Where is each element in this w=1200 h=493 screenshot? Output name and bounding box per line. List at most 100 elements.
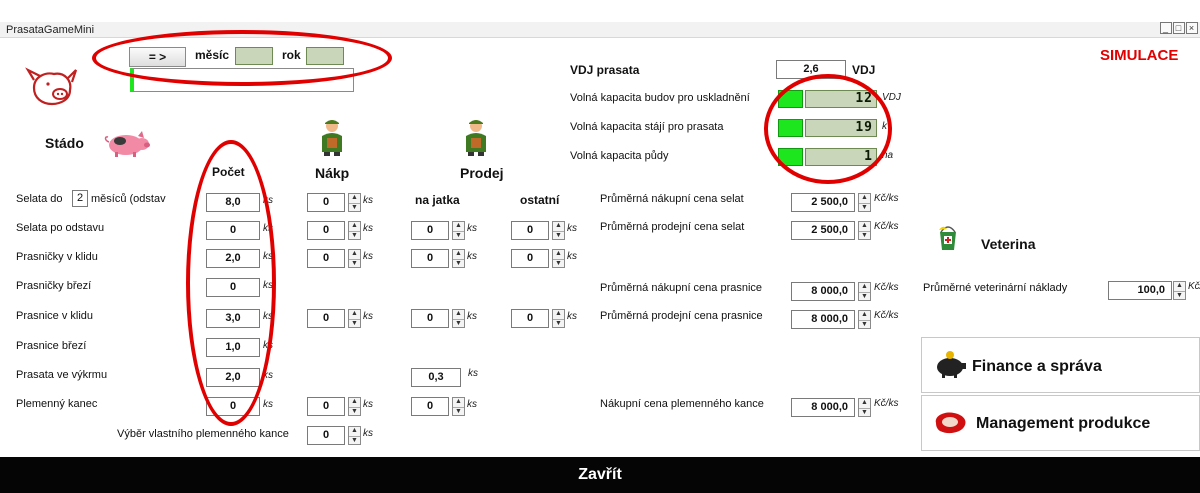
buy-spinner-piglets[interactable]: ▲ ▼ <box>348 193 361 212</box>
vdj-label: VDJ prasata <box>570 63 640 77</box>
count-input-sows-pregnant[interactable]: 1,0 <box>206 338 260 357</box>
other-unit-sows-idle: ks <box>567 311 577 322</box>
price-buy-piglets-spinner[interactable]: ▲ ▼ <box>858 193 871 212</box>
own-boar-input[interactable]: 0 <box>307 426 345 445</box>
buy-unit-boar: ks <box>363 399 373 410</box>
vet-cost-spinner[interactable]: ▲ ▼ <box>1173 281 1186 300</box>
slaughter-input-weaned[interactable]: 0 <box>411 221 449 240</box>
price-sell-sow-input[interactable]: 8 000,0 <box>791 310 855 329</box>
price-boar-label: Nákupní cena plemenného kance <box>600 398 764 410</box>
count-input-weaned[interactable]: 0 <box>206 221 260 240</box>
capacity-storage-label: Volná kapacita budov pro uskladnění <box>570 92 750 104</box>
buy-unit-weaned: ks <box>363 223 373 234</box>
price-sell-piglets-spinner[interactable]: ▲ ▼ <box>858 221 871 240</box>
buy-spinner-boar[interactable]: ▲ ▼ <box>348 397 361 416</box>
price-boar-input[interactable]: 8 000,0 <box>791 398 855 417</box>
own-boar-unit: ks <box>363 428 373 439</box>
row-piglets-label-pre: Selata do <box>16 193 63 205</box>
buy-input-gilts-idle[interactable]: 0 <box>307 249 345 268</box>
other-input-sows-idle[interactable]: 0 <box>511 309 549 328</box>
price-buy-piglets-input[interactable]: 2 500,0 <box>791 193 855 212</box>
management-button[interactable]: Management produkce <box>921 395 1200 451</box>
count-input-gilts-idle[interactable]: 2,0 <box>206 249 260 268</box>
count-input-sows-idle[interactable]: 3,0 <box>206 309 260 328</box>
count-unit-boar: ks <box>263 399 273 410</box>
price-buy-sow-spinner[interactable]: ▲ ▼ <box>858 282 871 301</box>
year-display <box>306 47 344 65</box>
count-input-piglets[interactable]: 8,0 <box>206 193 260 212</box>
minimize-button[interactable]: _ <box>1160 22 1172 34</box>
buy-spinner-gilts-idle[interactable]: ▲ ▼ <box>348 249 361 268</box>
slaughter-spinner-boar[interactable]: ▲ ▼ <box>452 397 465 416</box>
price-sell-piglets-label: Průměrná prodejní cena selat <box>600 221 745 233</box>
row-sows-pregnant-label: Prasnice březí <box>16 340 87 352</box>
price-sell-sow-spinner[interactable]: ▲ ▼ <box>858 310 871 329</box>
col-buy-header: Nákp <box>315 165 350 181</box>
col-slaughter-header: na jatka <box>415 193 460 207</box>
slaughter-input-gilts-idle[interactable]: 0 <box>411 249 449 268</box>
slaughter-spinner-gilts-idle[interactable]: ▲ ▼ <box>452 249 465 268</box>
row-boar-label: Plemenný kanec <box>16 398 98 410</box>
price-sell-piglets-input[interactable]: 2 500,0 <box>791 221 855 240</box>
close-window-button[interactable]: × <box>1186 22 1198 34</box>
other-input-weaned[interactable]: 0 <box>511 221 549 240</box>
month-label: měsíc <box>195 48 230 62</box>
capacity-land-label: Volná kapacita půdy <box>570 150 669 162</box>
own-boar-spinner[interactable]: ▲ ▼ <box>348 426 361 445</box>
count-input-fattening[interactable]: 2,0 <box>206 368 260 387</box>
col-count-header: Počet <box>212 165 245 179</box>
row-fattening-label: Prasata ve výkrmu <box>16 369 108 381</box>
col-other-header: ostatní <box>520 193 560 207</box>
count-unit-fattening: ks <box>263 370 273 381</box>
row-sows-idle-label: Prasnice v klidu <box>16 310 94 322</box>
maximize-button[interactable]: □ <box>1173 22 1185 34</box>
count-input-boar[interactable]: 0 <box>206 397 260 416</box>
price-boar-unit: Kč/ks <box>874 398 899 409</box>
row-gilts-idle-label: Prasničky v klidu <box>16 251 98 263</box>
slaughter-input-boar[interactable]: 0 <box>411 397 449 416</box>
vet-cost-unit: Kč/ks/mě <box>1188 281 1200 292</box>
price-boar-spinner[interactable]: ▲ ▼ <box>858 398 871 417</box>
slaughter-input-sows-idle[interactable]: 0 <box>411 309 449 328</box>
other-spinner-gilts-idle[interactable]: ▲ ▼ <box>552 249 565 268</box>
piggy-bank-icon <box>937 351 966 378</box>
price-buy-sow-unit: Kč/ks <box>874 282 899 293</box>
window-controls: _ □ × <box>1159 22 1198 38</box>
buy-spinner-sows-idle[interactable]: ▲ ▼ <box>348 309 361 328</box>
vet-cost-input[interactable]: 100,0 <box>1108 281 1172 300</box>
other-spinner-sows-idle[interactable]: ▲ ▼ <box>552 309 565 328</box>
price-buy-sow-input[interactable]: 8 000,0 <box>791 282 855 301</box>
buy-input-boar[interactable]: 0 <box>307 397 345 416</box>
count-unit-piglets: ks <box>263 195 273 206</box>
slaughter-spinner-sows-idle[interactable]: ▲ ▼ <box>452 309 465 328</box>
steak-icon <box>935 412 966 434</box>
buy-unit-gilts-idle: ks <box>363 251 373 262</box>
buy-spinner-weaned[interactable]: ▲ ▼ <box>348 221 361 240</box>
capacity-land-indicator <box>778 148 803 166</box>
herd-title: Stádo <box>45 135 84 151</box>
buy-input-piglets[interactable]: 0 <box>307 193 345 212</box>
farmer-buy-icon <box>322 120 342 156</box>
vet-title: Veterina <box>981 236 1036 252</box>
slaughter-spinner-weaned[interactable]: ▲ ▼ <box>452 221 465 240</box>
capacity-stable-label: Volná kapacita stájí pro prasata <box>570 121 724 133</box>
vet-cost-label: Průměrné veterinární náklady <box>923 282 1068 294</box>
finance-label: Finance a správa <box>972 358 1102 375</box>
finance-button[interactable]: Finance a správa <box>921 337 1200 393</box>
count-input-gilts-pregnant[interactable]: 0 <box>206 278 260 297</box>
window-titlebar: PrasataGameMini <box>0 22 1200 38</box>
price-buy-piglets-unit: Kč/ks <box>874 193 899 204</box>
other-input-gilts-idle[interactable]: 0 <box>511 249 549 268</box>
capacity-land-display: 1 <box>805 148 877 166</box>
mode-label: SIMULACE <box>1100 47 1179 64</box>
vdj-value: 2,6 <box>776 60 846 79</box>
next-month-button[interactable]: = > <box>129 47 186 67</box>
buy-input-weaned[interactable]: 0 <box>307 221 345 240</box>
month-display <box>235 47 273 65</box>
count-unit-gilts-idle: ks <box>263 251 273 262</box>
other-spinner-weaned[interactable]: ▲ ▼ <box>552 221 565 240</box>
piglet-months-input[interactable]: 2 <box>72 190 88 207</box>
close-button[interactable]: Zavřít <box>0 457 1200 493</box>
capacity-land-unit: ha <box>882 150 894 161</box>
buy-input-sows-idle[interactable]: 0 <box>307 309 345 328</box>
